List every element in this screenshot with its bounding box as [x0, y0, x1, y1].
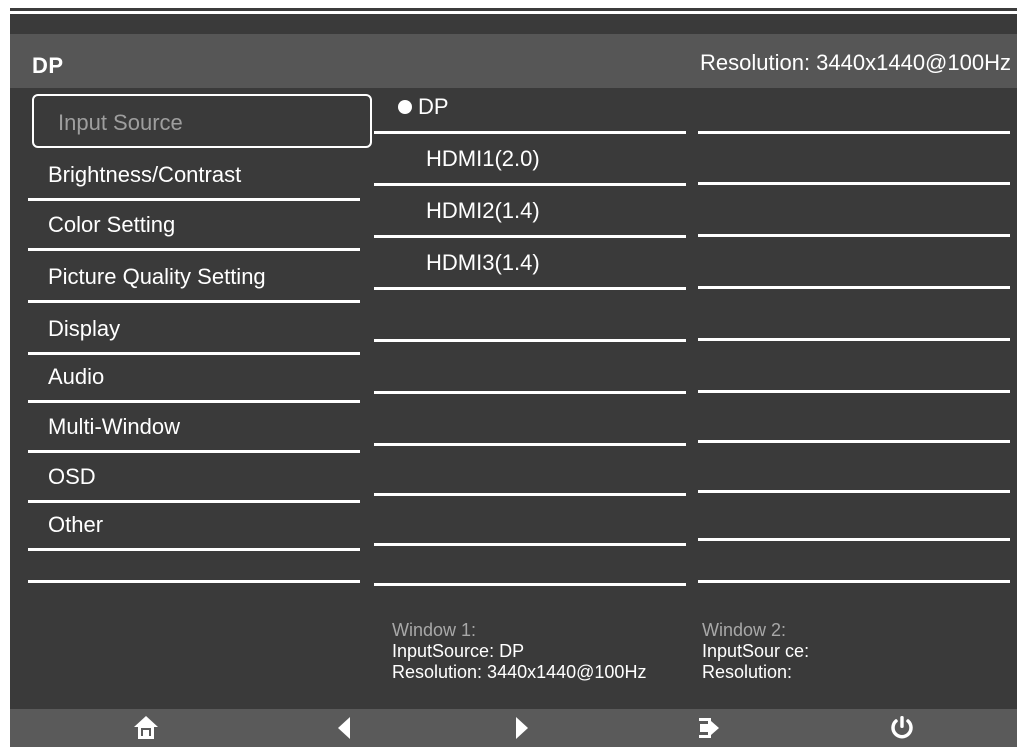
option-empty [374, 290, 686, 342]
current-source: DP [32, 53, 64, 78]
divider [28, 548, 360, 551]
divider [698, 538, 1010, 541]
option-hdmi3[interactable]: HDMI3(1.4) [374, 238, 686, 290]
window2-input: InputSour ce: [702, 641, 810, 661]
option-hdmi2[interactable]: HDMI2(1.4) [374, 186, 686, 238]
divider [698, 131, 1010, 134]
menu-item-audio[interactable]: Audio [28, 354, 372, 404]
divider [698, 234, 1010, 237]
right-button[interactable] [506, 713, 538, 743]
right-arrow-icon [516, 717, 528, 739]
enter-icon [699, 718, 719, 738]
divider [28, 198, 360, 201]
option-empty [374, 444, 686, 496]
menu-item-brightness-contrast[interactable]: Brightness/Contrast [28, 152, 372, 202]
divider [698, 182, 1010, 185]
menu-item-picture-quality[interactable]: Picture Quality Setting [28, 254, 372, 304]
home-icon [134, 716, 158, 739]
left-button[interactable] [328, 713, 360, 743]
menu-item-color-setting[interactable]: Color Setting [28, 202, 372, 252]
window2-title: Window 2: [702, 620, 787, 640]
divider [698, 286, 1010, 289]
menu-item-label: Multi-Window [48, 414, 181, 439]
menu-item-label: Display [48, 316, 121, 341]
divider [698, 338, 1010, 341]
option-empty [374, 394, 686, 446]
divider [28, 580, 360, 583]
menu-item-other[interactable]: Other [28, 502, 372, 552]
home-button[interactable] [130, 713, 162, 743]
divider [698, 490, 1010, 493]
menu-item-input-source[interactable]: Input Source [32, 94, 372, 148]
option-hdmi1[interactable]: HDMI1(2.0) [374, 134, 686, 186]
divider [374, 583, 686, 586]
option-label: DP [418, 94, 449, 119]
divider [698, 440, 1010, 443]
option-label: HDMI3(1.4) [426, 250, 540, 275]
menu-item-osd[interactable]: OSD [28, 454, 372, 504]
option-dp[interactable]: DP [374, 82, 686, 134]
option-label: HDMI1(2.0) [426, 146, 540, 171]
divider [28, 248, 360, 251]
divider [28, 400, 360, 403]
divider [28, 450, 360, 453]
left-arrow-icon [338, 717, 350, 739]
divider [28, 300, 360, 303]
window2-info: Window 2: InputSour ce: Resolution: [702, 620, 809, 683]
window1-input: InputSource: DP [392, 641, 525, 661]
bottom-button-bar [10, 709, 1017, 747]
menu-item-multi-window[interactable]: Multi-Window [28, 404, 372, 454]
top-rule [10, 8, 1017, 11]
header-resolution: Resolution: 3440x1440@100Hz [700, 50, 1011, 75]
menu-item-label: Picture Quality Setting [48, 264, 266, 289]
divider [698, 580, 1010, 583]
enter-button[interactable] [694, 713, 726, 743]
power-button[interactable] [886, 713, 918, 743]
window1-info: Window 1: InputSource: DP Resolution: 34… [392, 620, 646, 683]
menu-item-label: Color Setting [48, 212, 176, 237]
osd-window: DP Resolution: 3440x1440@100Hz Input Sou… [10, 14, 1017, 747]
option-empty [374, 342, 686, 394]
window1-title: Window 1: [392, 620, 477, 640]
menu-item-label: OSD [48, 464, 96, 489]
power-icon [891, 716, 913, 739]
option-empty [374, 534, 686, 586]
menu-item-label: Brightness/Contrast [48, 162, 242, 187]
option-label: HDMI2(1.4) [426, 198, 540, 223]
window1-resolution: Resolution: 3440x1440@100Hz [392, 662, 647, 682]
menu-item-display[interactable]: Display [28, 306, 372, 356]
window2-resolution: Resolution: [702, 662, 793, 682]
menu-item-label: Audio [48, 364, 105, 389]
menu-item-label: Other [48, 512, 104, 537]
menu-item-label: Input Source [58, 110, 183, 135]
divider [698, 390, 1010, 393]
selected-dot-icon [398, 100, 412, 114]
osd-header: DP Resolution: 3440x1440@100Hz [10, 34, 1017, 88]
